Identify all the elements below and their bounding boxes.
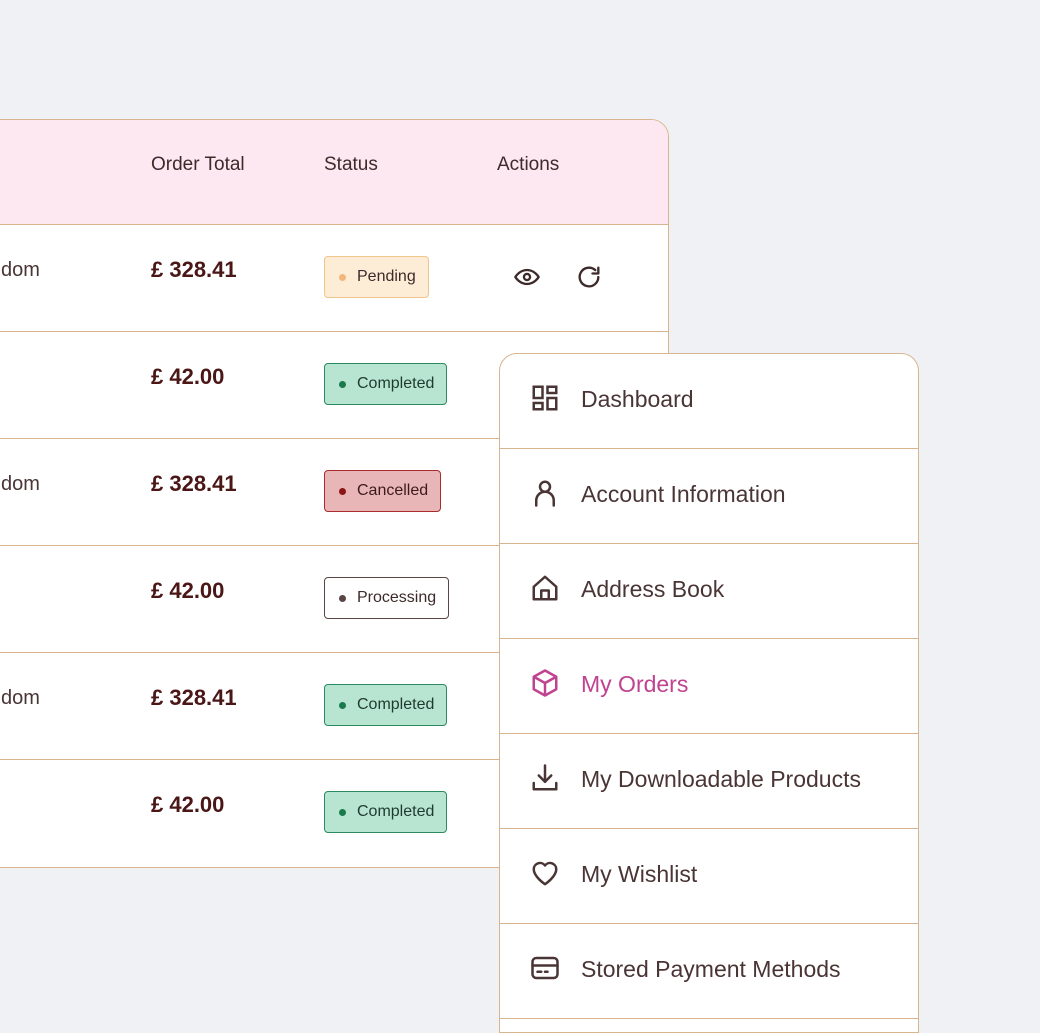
country-cell: dom: [1, 473, 40, 495]
order-total-cell: £ 328.41: [151, 257, 237, 282]
home-icon: [532, 575, 558, 601]
status-dot: [339, 381, 346, 388]
column-header-status: Status: [324, 154, 378, 175]
order-total-cell: £ 42.00: [151, 578, 225, 603]
menu-item-account-information[interactable]: Account Information: [500, 449, 918, 544]
status-badge: Completed: [324, 791, 448, 833]
menu-item-my-orders[interactable]: My Orders: [500, 639, 918, 734]
table-header: Order Total Status Actions: [0, 120, 668, 225]
order-total-cell: £ 42.00: [151, 364, 225, 389]
download-icon: [532, 764, 558, 791]
menu-item-label: Stored Payment Methods: [581, 956, 841, 982]
menu-item-address-book[interactable]: Address Book: [500, 544, 918, 639]
eye-icon[interactable]: [513, 263, 541, 291]
table-row: dom £ 328.41 Pending: [0, 225, 668, 332]
heart-icon: [532, 861, 558, 886]
column-header-actions: Actions: [497, 154, 560, 175]
credit-card-icon: [531, 956, 559, 980]
status-label: Processing: [357, 589, 437, 606]
menu-item-my-wishlist[interactable]: My Wishlist: [500, 829, 918, 924]
status-badge: Pending: [324, 256, 429, 298]
menu-item-label: Account Information: [581, 481, 786, 507]
order-total-cell: £ 328.41: [151, 471, 237, 496]
column-header-order-total: Order Total: [151, 154, 245, 175]
dashboard-icon: [532, 385, 558, 411]
status-dot: [339, 809, 346, 816]
status-label: Pending: [357, 268, 416, 285]
box-icon: [532, 669, 558, 697]
status-dot: [339, 488, 346, 495]
menu-item-label: My Orders: [581, 671, 689, 697]
status-label: Completed: [357, 696, 435, 713]
country-cell: dom: [1, 687, 40, 709]
menu-item-label: My Wishlist: [581, 861, 698, 887]
menu-item-label: Dashboard: [581, 386, 694, 412]
user-icon: [535, 480, 555, 507]
status-label: Cancelled: [357, 482, 429, 499]
order-total-cell: £ 328.41: [151, 685, 237, 710]
status-label: Completed: [357, 375, 435, 392]
status-dot: [339, 595, 346, 602]
status-badge: Completed: [324, 684, 448, 726]
status-label: Completed: [357, 803, 435, 820]
status-badge: Cancelled: [324, 470, 442, 512]
menu-item-label: My Downloadable Products: [581, 766, 861, 792]
refresh-icon[interactable]: [575, 263, 603, 291]
status-badge: Completed: [324, 363, 448, 405]
menu-item-stored-payment-methods[interactable]: Stored Payment Methods: [500, 924, 918, 1019]
menu-item-my-downloadable-products[interactable]: My Downloadable Products: [500, 734, 918, 829]
status-dot: [339, 702, 346, 709]
account-nav-menu: Dashboard Account Information Address Bo…: [499, 353, 919, 1033]
status-dot: [339, 274, 346, 281]
order-total-cell: £ 42.00: [151, 792, 225, 817]
status-badge: Processing: [324, 577, 450, 619]
menu-item-label: Address Book: [581, 576, 725, 602]
country-cell: dom: [1, 259, 40, 281]
menu-item-dashboard[interactable]: Dashboard: [500, 354, 918, 449]
